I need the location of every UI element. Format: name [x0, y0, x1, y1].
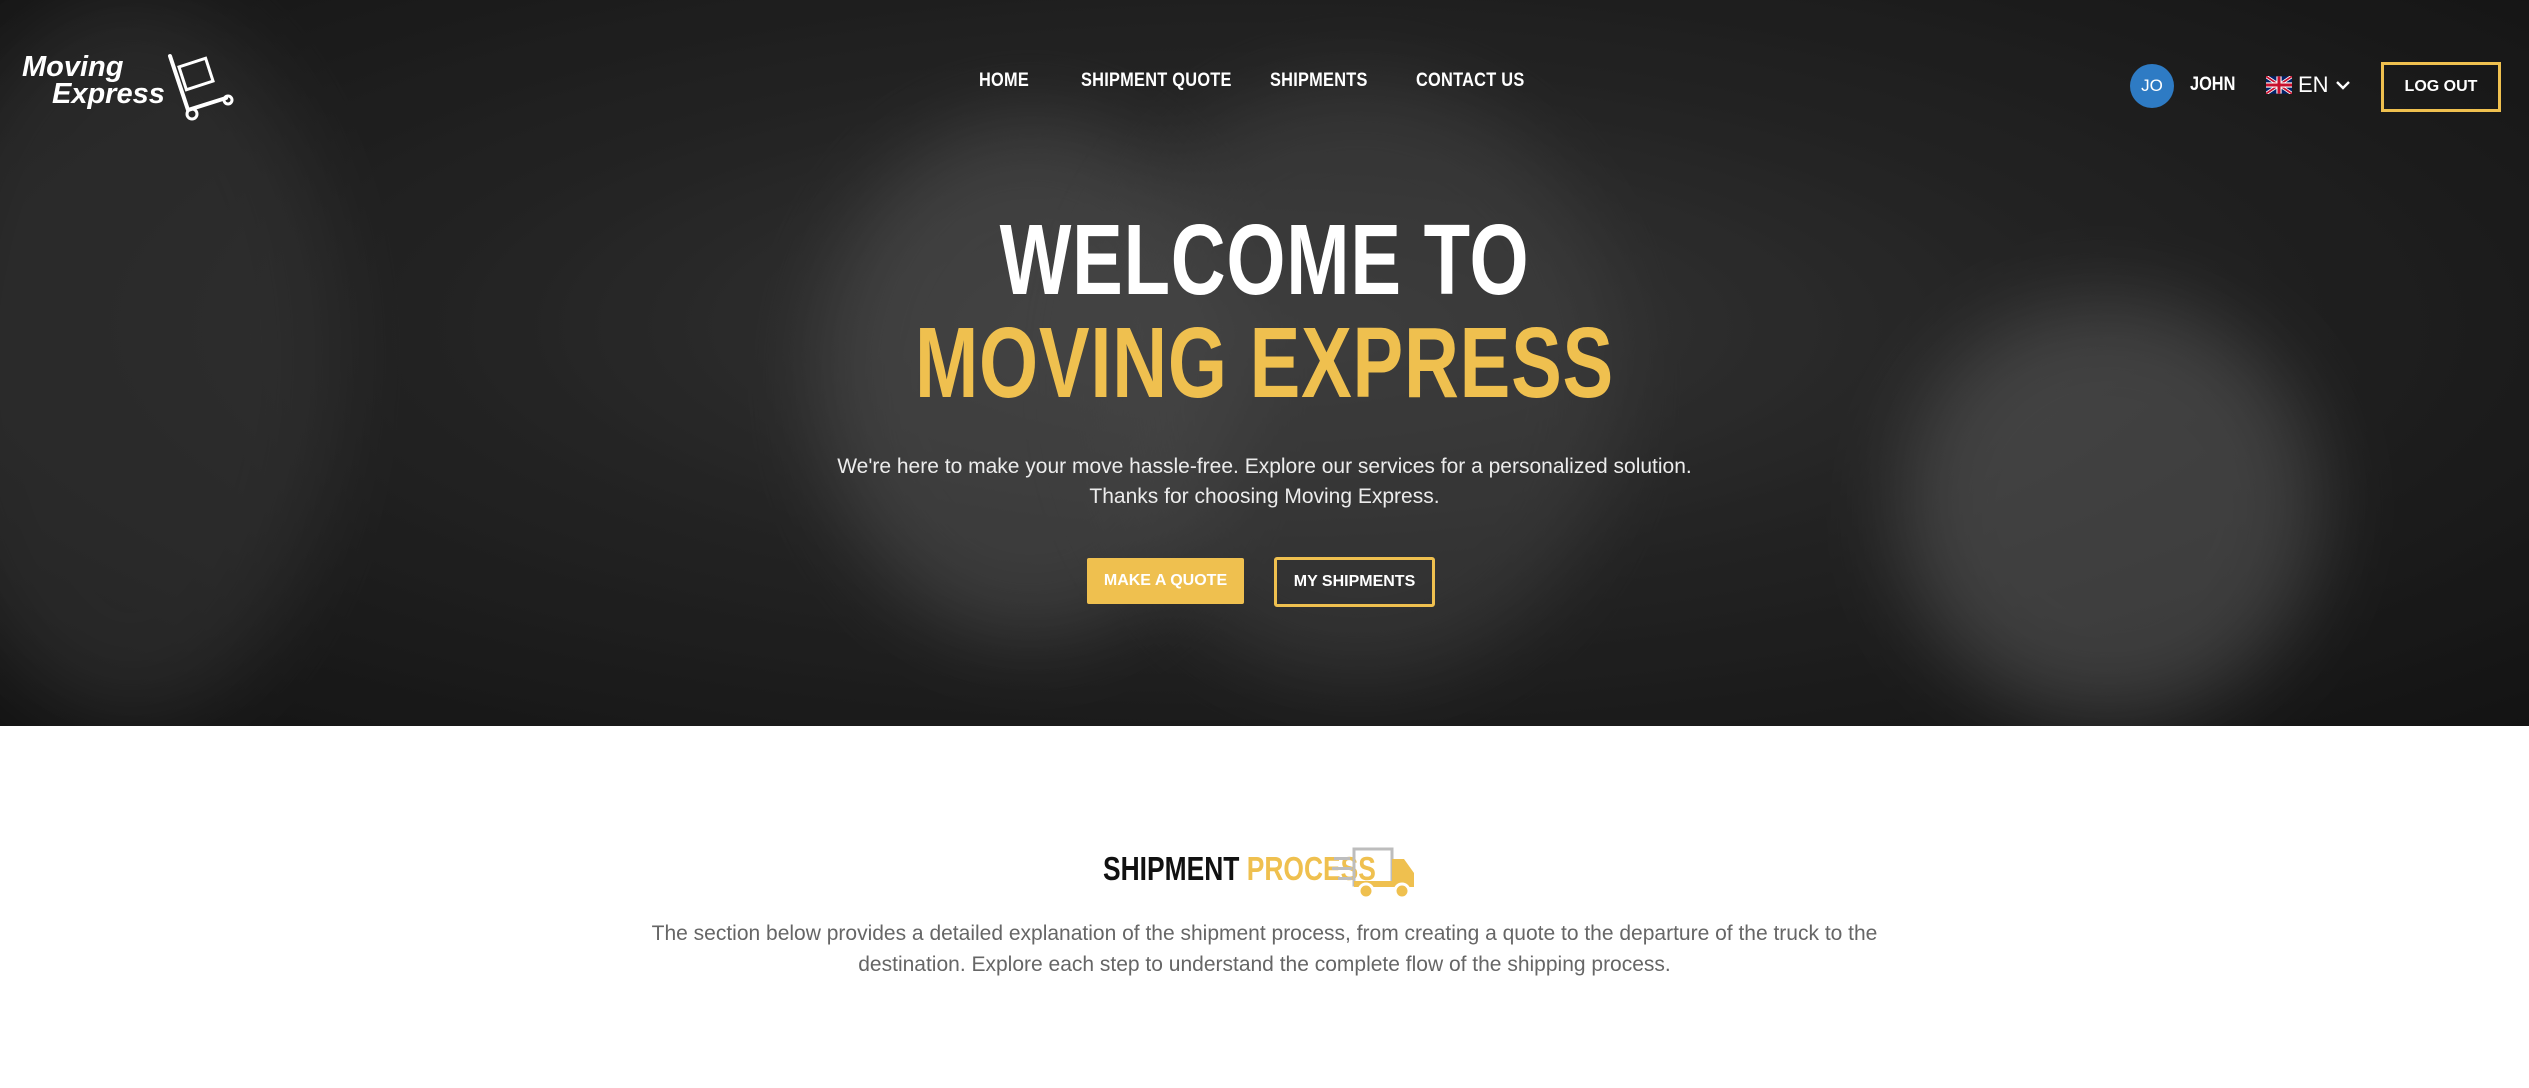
section-title-word1: SHIPMENT	[1103, 850, 1240, 887]
nav-contact-us[interactable]: CONTACT US	[1416, 70, 1524, 92]
hero-section: Moving Express HOME SHIPMENT QUOTE SHIPM…	[0, 0, 2529, 726]
hero-title-line1: WELCOME TO	[999, 204, 1530, 316]
delivery-truck-icon	[1332, 847, 1414, 900]
chevron-down-icon	[2335, 81, 2350, 90]
section-description: The section below provides a detailed ex…	[0, 918, 2529, 980]
hero-subtitle-line1: We're here to make your move hassle-free…	[837, 455, 1692, 478]
nav-home[interactable]: HOME	[979, 70, 1029, 92]
section-description-line1: The section below provides a detailed ex…	[651, 922, 1878, 945]
nav-shipments[interactable]: SHIPMENTS	[1270, 70, 1368, 92]
hero-title-line2: MOVING EXPRESS	[914, 307, 1615, 419]
logout-button[interactable]: LOG OUT	[2381, 62, 2501, 112]
nav-shipment-quote[interactable]: SHIPMENT QUOTE	[1081, 70, 1232, 92]
make-quote-button[interactable]: MAKE A QUOTE	[1087, 558, 1244, 604]
user-name[interactable]: JOHN	[2190, 74, 2235, 96]
uk-flag-icon	[2266, 76, 2292, 94]
avatar[interactable]: JO	[2130, 64, 2174, 108]
hero-subtitle-line2: Thanks for choosing Moving Express.	[1089, 485, 1440, 508]
language-selector[interactable]: EN	[2266, 72, 2351, 98]
my-shipments-button[interactable]: MY SHIPMENTS	[1274, 557, 1435, 607]
section-description-line2: destination. Explore each step to unders…	[858, 953, 1671, 976]
language-code: EN	[2298, 72, 2329, 97]
hero-subtitle: We're here to make your move hassle-free…	[0, 452, 2529, 512]
